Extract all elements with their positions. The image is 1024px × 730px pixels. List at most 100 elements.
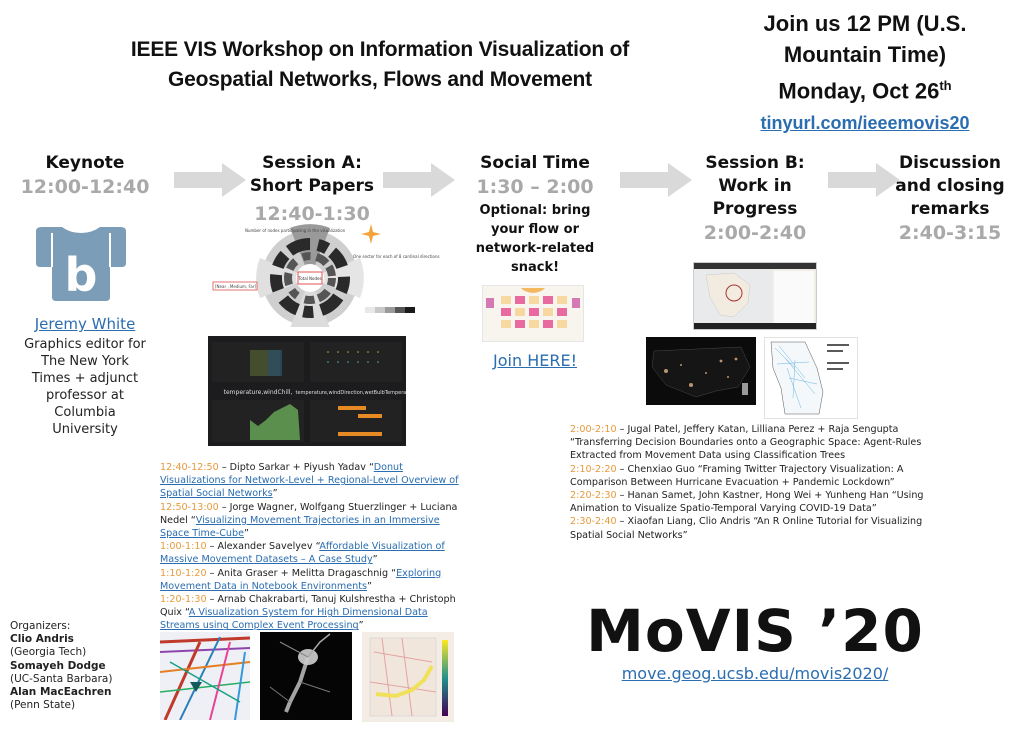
stage-session-b: Session B: Work in Progress 2:00-2:40 bbox=[680, 152, 830, 245]
movis-url-container: move.geog.ucsb.edu/movis2020/ bbox=[585, 664, 925, 683]
join-here-container: Join HERE! bbox=[460, 351, 610, 370]
trajectory-map-image bbox=[362, 632, 454, 722]
georgia-network-image bbox=[770, 341, 849, 415]
talk-time: 2:30-2:40 bbox=[570, 516, 617, 528]
workshop-title: IEEE VIS Workshop on Information Visuali… bbox=[50, 35, 710, 95]
stage-heading: Progress bbox=[712, 199, 798, 219]
talk-text: – Jugal Patel, Jeffery Katan, Lilliana P… bbox=[570, 424, 922, 462]
trajectory-lines-image bbox=[159, 636, 251, 721]
organizer-affiliation: (UC-Santa Barbara) bbox=[10, 672, 113, 685]
tinyurl-link[interactable]: tinyurl.com/ieeemovis20 bbox=[760, 113, 969, 133]
arrow-right-icon bbox=[383, 163, 455, 197]
talk-item: 12:50-13:00 – Jorge Wagner, Wolfgang Stu… bbox=[160, 501, 458, 540]
density-map-image bbox=[260, 632, 352, 720]
talk-item: 2:00-2:10 – Jugal Patel, Jeffery Katan, … bbox=[570, 423, 940, 463]
join-line-2: Mountain Time) bbox=[783, 42, 947, 67]
talk-text: – Hanan Samet, John Kastner, Hong Wei + … bbox=[570, 490, 924, 515]
stage-heading: Session B: bbox=[705, 153, 805, 173]
organizer-name: Somayeh Dodge bbox=[10, 659, 106, 672]
talk-item: 12:40-12:50 – Dipto Sarkar + Piyush Yada… bbox=[160, 462, 459, 500]
event-time-block: Join us 12 PM (U.S. Mountain Time) Monda… bbox=[720, 8, 1010, 139]
session-a-talk-list: 12:40-12:50 – Dipto Sarkar + Piyush Yada… bbox=[160, 461, 460, 633]
movis-brand: MoVIS ’20 bbox=[586, 597, 924, 665]
movement-density-image bbox=[269, 633, 331, 713]
dashboard-right-label: temperature,windDirection,wetBulbTempera… bbox=[296, 390, 406, 396]
stage-heading: Social Time bbox=[480, 153, 590, 173]
donut-nmf-label: [Near , Medium, Far] bbox=[215, 284, 256, 289]
stage-time: 2:00-2:40 bbox=[703, 222, 807, 244]
talk-authors: – Dipto Sarkar + Piyush Yadav bbox=[218, 462, 369, 473]
talk-time: 1:10-1:20 bbox=[160, 567, 207, 579]
stage-social-time: Social Time 1:30 – 2:00 Optional: bring … bbox=[460, 152, 610, 277]
speaker-bio: Graphics editor for The New York Times +… bbox=[10, 336, 160, 438]
donut-chart-image: Total Nodes [Near , Medium, Far] Number … bbox=[212, 224, 440, 332]
social-room-image bbox=[482, 285, 584, 342]
stage-session-a: Session A: Short Papers 12:40-1:30 bbox=[232, 152, 392, 226]
donut-nodes-label: Number of nodes participating in the vis… bbox=[245, 228, 346, 233]
georgia-map-image bbox=[764, 337, 858, 419]
virtual-room-map-image bbox=[486, 288, 580, 328]
organizer-name: Clio Andris bbox=[10, 633, 74, 646]
stage-heading: remarks bbox=[910, 199, 990, 219]
talk-authors: – Anita Graser + Melitta Dragaschnig bbox=[206, 567, 392, 579]
note-line: network-related bbox=[475, 241, 595, 256]
keynote-logo-icon: b bbox=[36, 227, 126, 302]
us-night-map-image bbox=[646, 337, 756, 405]
talk-text: – Chenxiao Guo “Framing Twitter Trajecto… bbox=[570, 463, 904, 488]
talk-item: 2:20-2:30 – Hanan Samet, John Kastner, H… bbox=[570, 489, 940, 515]
talk-time: 12:40-12:50 bbox=[160, 462, 219, 473]
note-line: your flow or bbox=[490, 222, 580, 237]
dashboard-screenshot-figure: temperature,windChill, temperature,windD… bbox=[208, 336, 416, 446]
trajectory-cube-image bbox=[159, 632, 251, 721]
join-line-3: Monday, Oct 26th bbox=[720, 70, 1010, 106]
bio-line: The New York bbox=[41, 354, 129, 369]
talk-authors: – Alexander Savelyev bbox=[206, 541, 316, 553]
title-line-1: IEEE VIS Workshop on Information Visuali… bbox=[130, 38, 630, 61]
talk-item: 2:10-2:20 – Chenxiao Guo “Framing Twitte… bbox=[570, 463, 940, 489]
note-line: Optional: bring bbox=[479, 203, 591, 218]
talk-time: 12:50-13:00 bbox=[160, 501, 219, 513]
note-line: snack! bbox=[510, 260, 560, 275]
stage-heading: Keynote bbox=[45, 153, 125, 173]
stage-heading: Session A: bbox=[262, 153, 362, 173]
talk-title-link[interactable]: Visualizing Movement Trajectories in an … bbox=[160, 515, 440, 539]
dashboard-image: temperature,windChill, temperature,windD… bbox=[212, 342, 416, 442]
trajectory-heatmap-image bbox=[369, 637, 448, 717]
stage-discussion: Discussion and closing remarks 2:40-3:15 bbox=[880, 152, 1020, 245]
organizer-affiliation: (Georgia Tech) bbox=[10, 646, 87, 659]
join-line-1: Join us 12 PM (U.S. bbox=[763, 11, 967, 36]
stage-heading: Short Papers bbox=[249, 176, 375, 196]
title-line-2: Geospatial Networks, Flows and Movement bbox=[168, 68, 592, 91]
talk-item: 1:20-1:30 – Arnab Chakrabarti, Tanuj Kul… bbox=[160, 594, 456, 632]
stage-keynote: Keynote 12:00-12:40 bbox=[10, 152, 160, 199]
donut-visualization-figure: Total Nodes [Near , Medium, Far] Number … bbox=[205, 222, 460, 332]
web-map-screenshot bbox=[694, 263, 816, 329]
speaker-link[interactable]: Jeremy White bbox=[35, 315, 136, 333]
talk-item: 2:30-2:40 – Xiaofan Liang, Clio Andris “… bbox=[570, 515, 940, 541]
stage-time: 12:00-12:40 bbox=[20, 176, 150, 198]
organizers-label: Organizers: bbox=[10, 620, 71, 632]
us-flow-map-image bbox=[651, 346, 751, 398]
talk-time: 2:10-2:20 bbox=[570, 463, 617, 475]
organizers-block: Organizers: Clio Andris (Georgia Tech) S… bbox=[10, 620, 112, 712]
movis-website-link[interactable]: move.geog.ucsb.edu/movis2020/ bbox=[622, 664, 889, 683]
join-here-link[interactable]: Join HERE! bbox=[493, 351, 577, 370]
talk-time: 2:00-2:10 bbox=[570, 424, 617, 435]
stage-heading: Work in bbox=[718, 176, 792, 196]
talk-item: 1:00-1:10 – Alexander Savelyev “Affordab… bbox=[160, 541, 445, 566]
dashboard-left-label: temperature,windChill, bbox=[224, 389, 293, 396]
stage-heading: and closing bbox=[895, 176, 1005, 196]
stage-time: 2:40-3:15 bbox=[898, 222, 1002, 244]
bio-line: Graphics editor for bbox=[24, 337, 146, 352]
donut-sector-label: One sector for each of 8 cardinal direct… bbox=[353, 254, 440, 259]
event-date: Monday, Oct 26 bbox=[778, 78, 940, 104]
talk-item: 1:10-1:20 – Anita Graser + Melitta Draga… bbox=[160, 567, 442, 592]
social-note: Optional: bring your flow or network-rel… bbox=[460, 201, 610, 277]
talk-time: 1:20-1:30 bbox=[160, 594, 207, 606]
bio-line: University bbox=[52, 422, 118, 437]
talk-title-link[interactable]: A Visualization System for High Dimensio… bbox=[160, 607, 428, 631]
talk-text: – Xiaofan Liang, Clio Andris “An R Onlin… bbox=[570, 516, 923, 541]
talk-time: 1:00-1:10 bbox=[160, 541, 207, 553]
bio-line: Times + adjunct bbox=[31, 371, 139, 386]
organizer-affiliation: (Penn State) bbox=[10, 699, 76, 712]
